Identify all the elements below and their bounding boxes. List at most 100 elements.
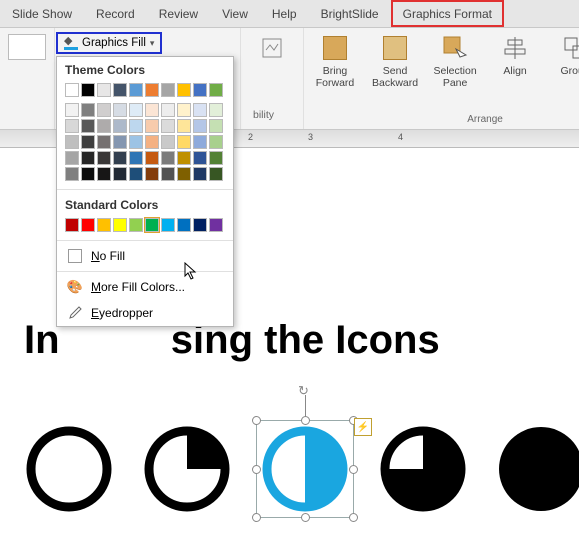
standard-color-swatch[interactable] [193, 218, 207, 232]
theme-color-swatch[interactable] [145, 83, 159, 97]
theme-shade-swatch[interactable] [145, 151, 159, 165]
theme-shade-swatch[interactable] [81, 135, 95, 149]
no-fill-item[interactable]: No Fill [57, 243, 233, 269]
theme-color-swatch[interactable] [209, 83, 223, 97]
standard-color-swatch[interactable] [81, 218, 95, 232]
theme-shade-swatch[interactable] [97, 119, 111, 133]
theme-shade-swatch[interactable] [97, 151, 111, 165]
theme-shade-swatch[interactable] [161, 167, 175, 181]
standard-color-swatch[interactable] [209, 218, 223, 232]
theme-color-swatch[interactable] [177, 83, 191, 97]
standard-color-swatch[interactable] [145, 218, 159, 232]
theme-shade-swatch[interactable] [97, 135, 111, 149]
theme-color-swatch[interactable] [81, 83, 95, 97]
standard-color-swatch[interactable] [177, 218, 191, 232]
smart-tag-icon[interactable]: ⚡ [354, 418, 372, 436]
tab-review[interactable]: Review [147, 0, 210, 27]
tab-record[interactable]: Record [84, 0, 147, 27]
slide-thumbnail[interactable] [8, 34, 46, 60]
circle-icon-half-selected[interactable]: ↻ ⚡ [260, 424, 350, 514]
theme-shade-swatch[interactable] [193, 167, 207, 181]
group-button[interactable]: Group [552, 32, 579, 89]
theme-shade-swatch[interactable] [161, 119, 175, 133]
standard-color-swatch[interactable] [113, 218, 127, 232]
unknown-ribbon-button[interactable] [249, 32, 295, 64]
theme-shade-swatch[interactable] [81, 167, 95, 181]
theme-shade-swatch[interactable] [177, 135, 191, 149]
theme-shade-swatch[interactable] [209, 167, 223, 181]
theme-shade-swatch[interactable] [177, 167, 191, 181]
standard-color-swatch[interactable] [97, 218, 111, 232]
standard-color-swatch[interactable] [161, 218, 175, 232]
theme-shade-swatch[interactable] [193, 119, 207, 133]
rotate-handle-icon[interactable]: ↻ [298, 383, 312, 397]
standard-color-swatch[interactable] [129, 218, 143, 232]
theme-shade-swatch[interactable] [97, 167, 111, 181]
send-backward-button[interactable]: Send Backward [372, 32, 418, 89]
theme-shade-swatch[interactable] [193, 151, 207, 165]
more-fill-colors-item[interactable]: 🎨 More Fill Colors... [57, 274, 233, 300]
theme-shade-swatch[interactable] [129, 135, 143, 149]
ruler-mark: 3 [308, 132, 313, 142]
bring-forward-icon [323, 36, 347, 60]
theme-shade-swatch[interactable] [65, 151, 79, 165]
tab-view[interactable]: View [210, 0, 260, 27]
theme-shade-swatch[interactable] [177, 151, 191, 165]
theme-shade-swatch[interactable] [145, 135, 159, 149]
change-graphic-icon [256, 32, 288, 64]
theme-shade-swatch[interactable] [113, 167, 127, 181]
theme-shade-swatch[interactable] [65, 103, 79, 117]
theme-color-swatch[interactable] [129, 83, 143, 97]
theme-shade-swatch[interactable] [161, 135, 175, 149]
theme-shade-swatch[interactable] [209, 119, 223, 133]
theme-shade-swatch[interactable] [209, 151, 223, 165]
circle-icon-full[interactable] [496, 424, 579, 514]
theme-shade-swatch[interactable] [145, 167, 159, 181]
theme-shade-swatch[interactable] [65, 167, 79, 181]
tab-brightslide[interactable]: BrightSlide [309, 0, 391, 27]
theme-shade-swatch[interactable] [81, 103, 95, 117]
tab-slideshow[interactable]: Slide Show [0, 0, 84, 27]
circle-icon-empty[interactable] [24, 424, 114, 514]
theme-shade-swatch[interactable] [97, 103, 111, 117]
theme-shade-swatch[interactable] [113, 119, 127, 133]
theme-shade-swatch[interactable] [145, 103, 159, 117]
theme-shade-swatch[interactable] [113, 151, 127, 165]
theme-shade-swatch[interactable] [161, 103, 175, 117]
theme-shade-swatch[interactable] [161, 151, 175, 165]
theme-shade-swatch[interactable] [81, 119, 95, 133]
theme-shade-swatch[interactable] [65, 135, 79, 149]
theme-color-swatch[interactable] [113, 83, 127, 97]
theme-shade-swatch[interactable] [65, 119, 79, 133]
theme-shade-swatch[interactable] [81, 151, 95, 165]
theme-color-swatch[interactable] [97, 83, 111, 97]
theme-color-swatch[interactable] [65, 83, 79, 97]
bring-forward-button[interactable]: Bring Forward [312, 32, 358, 89]
theme-color-swatch[interactable] [161, 83, 175, 97]
tab-help[interactable]: Help [260, 0, 309, 27]
theme-shade-swatch[interactable] [193, 135, 207, 149]
graphics-fill-button[interactable]: Graphics Fill ▾ [56, 32, 162, 54]
theme-shade-swatch[interactable] [209, 103, 223, 117]
theme-shade-swatch[interactable] [177, 103, 191, 117]
theme-shade-swatch[interactable] [129, 167, 143, 181]
theme-shade-swatch[interactable] [145, 119, 159, 133]
tab-graphics-format[interactable]: Graphics Format [391, 0, 504, 27]
theme-color-swatch[interactable] [193, 83, 207, 97]
theme-shade-swatch[interactable] [129, 103, 143, 117]
circle-icon-three-quarter[interactable] [378, 424, 468, 514]
theme-shade-swatch[interactable] [209, 135, 223, 149]
theme-colors-heading: Theme Colors [65, 63, 225, 77]
theme-shade-swatch[interactable] [113, 103, 127, 117]
theme-shade-swatch[interactable] [129, 151, 143, 165]
circle-icon-quarter[interactable] [142, 424, 232, 514]
selection-pane-button[interactable]: Selection Pane [432, 32, 478, 89]
send-backward-icon [383, 36, 407, 60]
theme-shade-swatch[interactable] [113, 135, 127, 149]
eyedropper-item[interactable]: Eyedropper [57, 300, 233, 326]
standard-color-swatch[interactable] [65, 218, 79, 232]
align-button[interactable]: Align [492, 32, 538, 89]
theme-shade-swatch[interactable] [177, 119, 191, 133]
theme-shade-swatch[interactable] [193, 103, 207, 117]
theme-shade-swatch[interactable] [129, 119, 143, 133]
